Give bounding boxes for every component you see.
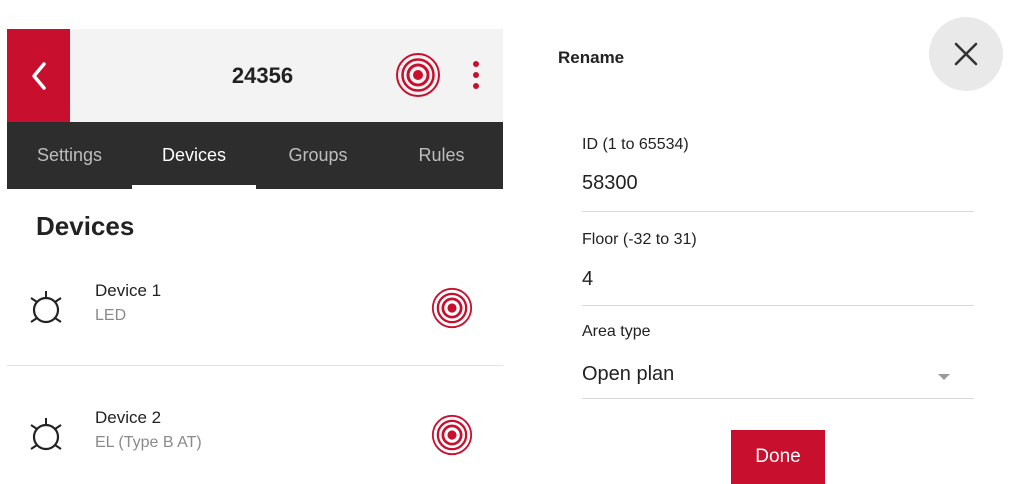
device-row[interactable]: Device 2 EL (Type B AT) <box>7 404 503 484</box>
identify-target-icon[interactable] <box>431 414 473 456</box>
tab-groups[interactable]: Groups <box>256 122 380 189</box>
floor-field-label: Floor (-32 to 31) <box>582 231 697 248</box>
tab-devices[interactable]: Devices <box>132 122 256 189</box>
divider <box>7 365 503 366</box>
top-app-bar: 24356 <box>7 29 503 122</box>
device-row[interactable]: Device 1 LED <box>7 277 503 369</box>
area-type-select[interactable]: Open plan <box>582 363 942 386</box>
area-type-field-group: Area type Open plan <box>582 323 974 401</box>
identify-target-icon <box>396 53 440 97</box>
floor-field-group: Floor (-32 to 31) <box>582 231 974 309</box>
identify-button[interactable] <box>395 52 441 98</box>
floor-field[interactable] <box>582 268 942 291</box>
more-vertical-icon <box>473 61 479 67</box>
dialog-title: Rename <box>558 48 625 67</box>
tab-rules[interactable]: Rules <box>380 122 503 189</box>
chevron-left-icon <box>31 61 46 90</box>
section-title: Devices <box>36 211 135 241</box>
id-field[interactable] <box>582 172 942 195</box>
tab-bar: Settings Devices Groups Rules <box>7 122 503 189</box>
light-bulb-icon <box>30 418 62 451</box>
close-icon <box>954 42 978 66</box>
device-type: EL (Type B AT) <box>95 434 202 451</box>
id-field-group: ID (1 to 65534) <box>582 136 974 214</box>
area-type-label: Area type <box>582 323 651 340</box>
page-title: 24356 <box>231 63 294 88</box>
field-underline <box>582 398 974 399</box>
device-name: Device 2 <box>95 408 162 427</box>
devices-screen: 24356 Settings Devices Groups Rules Devi… <box>7 29 503 484</box>
id-field-label: ID (1 to 65534) <box>582 136 689 153</box>
caret-down-icon[interactable] <box>938 374 950 380</box>
back-button[interactable] <box>7 29 70 122</box>
field-underline <box>582 211 974 212</box>
tab-settings[interactable]: Settings <box>7 122 132 189</box>
close-button[interactable] <box>929 17 1003 91</box>
device-type: LED <box>95 307 127 324</box>
rename-dialog: Rename ID (1 to 65534) Floor (-32 to 31)… <box>540 0 1016 484</box>
identify-target-icon[interactable] <box>431 287 473 329</box>
done-button[interactable]: Done <box>731 430 825 484</box>
device-name: Device 1 <box>95 281 162 300</box>
field-underline <box>582 305 974 306</box>
more-menu-button[interactable] <box>466 57 486 93</box>
light-bulb-icon <box>30 291 62 324</box>
